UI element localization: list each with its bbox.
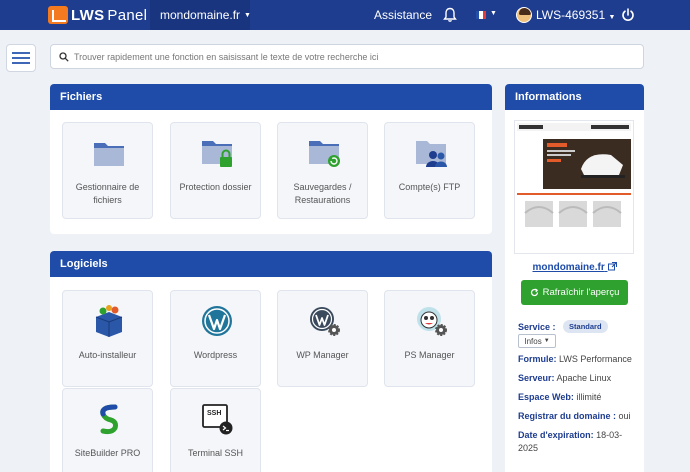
tile-compte-ftp[interactable]: Compte(s) FTP [384,122,475,219]
menu-bar [12,62,30,64]
tile-sauvegardes[interactable]: Sauvegardes / Restaurations [277,122,368,219]
chevron-down-icon: ▼ [543,338,550,344]
info-row-label: Formule: [518,354,557,364]
tile-wordpress[interactable]: Wordpress [170,290,261,387]
site-preview-image [517,123,631,227]
tile-label: Compte(s) FTP [398,182,461,192]
site-link[interactable]: mondomaine.fr [505,262,644,273]
info-row-value: illimité [573,392,602,402]
tile-wp-manager[interactable]: WP Manager [277,290,368,387]
tile-label: Protection dossier [179,182,252,192]
tile-label: PS Manager [404,350,455,360]
refresh-icon [530,288,538,297]
infos-dropdown-button[interactable]: Infos ▼ [518,334,556,348]
search-input[interactable] [74,51,634,62]
site-preview-thumbnail [514,120,634,254]
info-row-label: Registrar du domaine : [518,411,617,421]
search-icon [59,51,69,62]
status-badge: Standard [563,320,608,333]
refresh-preview-label: Rafraîchir l'aperçu [542,287,620,298]
svg-text:SSH: SSH [207,410,221,417]
tile-label: WP Manager [296,350,349,360]
avatar[interactable] [516,7,532,23]
tile-label: Gestionnaire de fichiers [75,182,140,205]
assistance-link[interactable]: Assistance [374,8,432,22]
menu-bar [12,52,30,54]
info-row-formule: Formule: LWS Performance [518,354,632,364]
tile-terminal-ssh[interactable]: SSH Terminal SSH [170,388,261,472]
fichiers-panel-title: Fichiers [50,84,492,110]
info-row-value: LWS Performance [556,354,632,364]
logo-panel-text: Panel [107,6,148,24]
tile-label: Auto-installeur [78,350,137,360]
ssh-terminal-icon: SSH [202,404,233,435]
chevron-down-icon: ▼ [244,11,251,19]
info-row-label: Espace Web: [518,392,574,402]
tile-label: Terminal SSH [187,448,243,458]
info-row-value: 18-03- [593,430,623,440]
sitebuilder-icon [100,404,118,435]
logiciels-panel-title: Logiciels [50,251,492,277]
infos-dropdown-label: Infos [524,336,542,346]
folder-icon [94,143,124,166]
fichiers-panel: Fichiers Gestionnaire de fichiers Protec… [50,84,492,234]
info-row-registrar: Registrar du domaine : oui [518,411,631,421]
lws-logo[interactable]: LWS Panel [48,5,147,25]
info-row-value: oui [616,411,631,421]
prestashop-gear-icon [417,307,447,336]
folder-users-icon [416,141,447,167]
tile-ps-manager[interactable]: PS Manager [384,290,475,387]
hamburger-menu-button[interactable] [6,44,36,72]
lws-logo-icon [48,6,68,24]
info-row-label: Date d'expiration: [518,430,594,440]
search-bar [50,44,644,69]
chevron-down-icon: ▼ [490,10,497,17]
top-bar: LWS Panel mondomaine.fr ▼ Assistance ▼ L… [0,0,690,30]
folder-backup-icon [309,141,340,167]
logiciels-panel: Logiciels Auto-installeur Wordpress WP M… [50,251,492,472]
informations-panel: Informations mondomaine.fr Rafraîchir l'… [505,84,644,472]
info-row-label: Serveur: [518,373,555,383]
user-account-menu[interactable]: LWS-469351 ▼ [536,8,615,22]
info-row-expiration: Date d'expiration: 18-03- [518,430,622,440]
informations-panel-title: Informations [505,84,644,110]
tile-auto-installeur[interactable]: Auto-installeur [62,290,153,387]
tile-sitebuilder-pro[interactable]: SiteBuilder PRO [62,388,153,472]
external-link-icon [607,262,617,271]
french-flag-icon[interactable] [476,11,486,19]
menu-bar [12,57,30,59]
tile-gestionnaire-fichiers[interactable]: Gestionnaire de fichiers [62,122,153,219]
tile-label: Sauvegardes / Restaurations [293,182,352,205]
refresh-preview-button[interactable]: Rafraîchir l'aperçu [521,280,628,305]
logo-lws-text: LWS [71,6,105,24]
bell-icon[interactable] [443,7,457,23]
info-row-expiration-year: 2025 [518,443,539,453]
folder-lock-icon [202,141,232,167]
box-icon [95,305,123,337]
wordpress-gear-icon [310,307,340,336]
tile-protection-dossier[interactable]: Protection dossier [170,122,261,219]
domain-selector-label: mondomaine.fr [160,8,241,22]
domain-selector[interactable]: mondomaine.fr ▼ [150,0,251,30]
info-row-serveur: Serveur: Apache Linux [518,373,611,383]
chevron-down-icon: ▼ [608,14,616,21]
service-row: Service : Standard [518,320,608,333]
tile-label: SiteBuilder PRO [74,448,141,458]
wordpress-icon [202,306,232,336]
info-row-value: Apache Linux [554,373,612,383]
info-row-espace-web: Espace Web: illimité [518,392,601,402]
service-label: Service : [518,322,556,332]
tile-label: Wordpress [193,350,238,360]
site-link-text: mondomaine.fr [532,262,605,273]
power-icon[interactable] [621,7,635,23]
user-name: LWS-469351 [536,8,606,22]
